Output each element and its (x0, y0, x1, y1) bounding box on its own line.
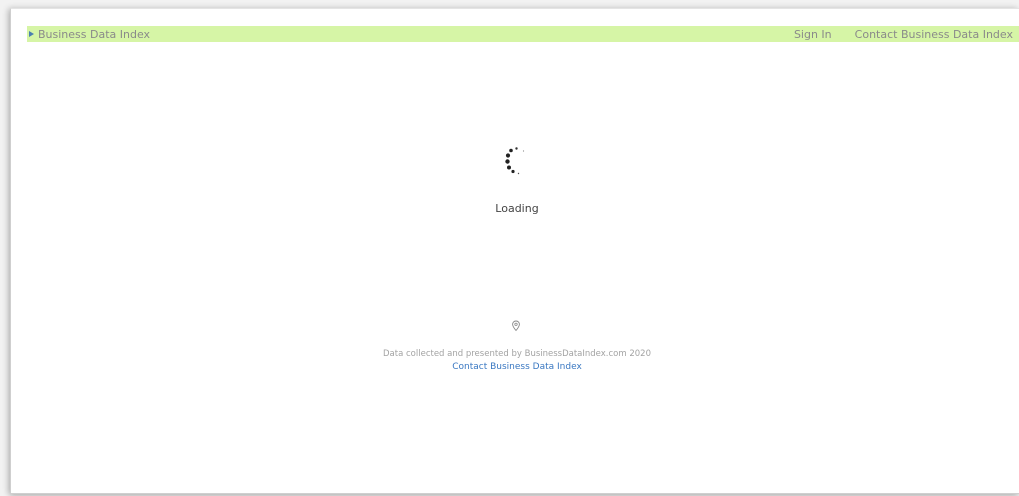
loading-label: Loading (495, 202, 539, 215)
sign-in-link[interactable]: Sign In (794, 28, 832, 41)
footer-contact-link[interactable]: Contact Business Data Index (361, 362, 673, 372)
brand-link[interactable]: Business Data Index (29, 28, 150, 41)
nav-links: Sign In Contact Business Data Index (794, 28, 1013, 41)
contact-link[interactable]: Contact Business Data Index (855, 28, 1013, 41)
footer-credit-text: Data collected and presented by Business… (383, 349, 651, 359)
brand-label: Business Data Index (38, 27, 151, 41)
page-container: Business Data Index Sign In Contact Busi… (10, 8, 1019, 494)
loading-spinner-icon (505, 147, 525, 175)
map-pin-icon (512, 320, 520, 332)
play-triangle-icon (29, 31, 34, 37)
top-nav-bar: Business Data Index Sign In Contact Busi… (27, 26, 1019, 42)
